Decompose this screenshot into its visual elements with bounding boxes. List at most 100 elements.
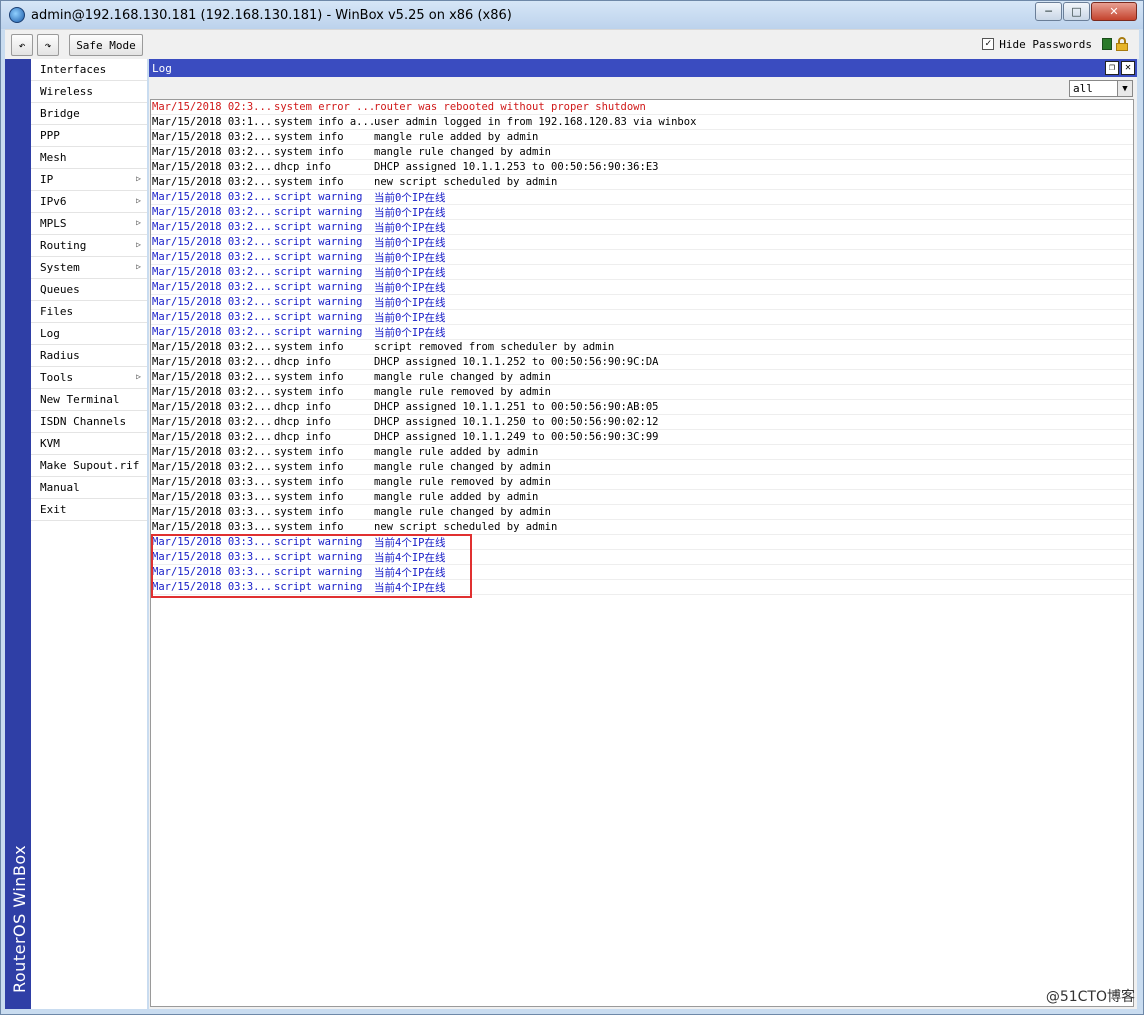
chevron-down-icon[interactable]: ▼ — [1117, 81, 1132, 96]
log-row[interactable]: Mar/15/2018 03:1... system info a... user … — [151, 115, 1133, 130]
log-time: Mar/15/2018 03:2... — [152, 386, 273, 398]
sidebar-item-wireless[interactable]: Wireless — [31, 81, 147, 103]
log-row[interactable]: Mar/15/2018 03:2... script warning 当前0个IP在… — [151, 295, 1133, 310]
log-message: 当前0个IP在线 — [374, 221, 446, 234]
sidebar-item-exit[interactable]: Exit — [31, 499, 147, 521]
log-row[interactable]: Mar/15/2018 03:3... system info new script… — [151, 520, 1133, 535]
log-row[interactable]: Mar/15/2018 03:2... system info script rem… — [151, 340, 1133, 355]
log-time: Mar/15/2018 03:2... — [152, 401, 273, 413]
log-row[interactable]: Mar/15/2018 03:2... system info mangle rul… — [151, 370, 1133, 385]
log-message: 当前0个IP在线 — [374, 191, 446, 204]
log-restore-button[interactable]: ❐ — [1105, 61, 1119, 75]
log-message: script removed from scheduler by admin — [374, 341, 615, 353]
log-message: 当前0个IP在线 — [374, 311, 446, 324]
log-topics: system info — [274, 371, 344, 383]
log-message: mangle rule added by admin — [374, 131, 539, 143]
sidebar-item-label: Routing — [40, 239, 87, 252]
sidebar-item-label: System — [40, 261, 80, 274]
log-row[interactable]: Mar/15/2018 03:2... dhcp info DHCP assigne… — [151, 400, 1133, 415]
log-row[interactable]: Mar/15/2018 03:2... script warning 当前0个IP在… — [151, 205, 1133, 220]
log-row[interactable]: Mar/15/2018 03:2... system info mangle rul… — [151, 130, 1133, 145]
log-topics: system info — [274, 506, 344, 518]
sidebar-item-ip[interactable]: IP ▷ — [31, 169, 147, 191]
log-topics: script warning — [274, 281, 363, 293]
log-row[interactable]: Mar/15/2018 03:2... script warning 当前0个IP在… — [151, 190, 1133, 205]
sidebar-item-kvm[interactable]: KVM — [31, 433, 147, 455]
sidebar-item-files[interactable]: Files — [31, 301, 147, 323]
log-time: Mar/15/2018 03:2... — [152, 236, 273, 248]
sidebar-item-tools[interactable]: Tools ▷ — [31, 367, 147, 389]
log-row[interactable]: Mar/15/2018 03:2... system info mangle rul… — [151, 145, 1133, 160]
sidebar-item-interfaces[interactable]: Interfaces — [31, 59, 147, 81]
safe-mode-button[interactable]: Safe Mode — [69, 34, 143, 56]
title-bar[interactable]: admin@192.168.130.181 (192.168.130.181) … — [1, 1, 1143, 29]
log-message: 当前0个IP在线 — [374, 266, 446, 279]
log-row[interactable]: Mar/15/2018 02:3... system error ... route… — [151, 100, 1133, 115]
log-time: Mar/15/2018 03:2... — [152, 221, 273, 233]
log-row[interactable]: Mar/15/2018 03:2... script warning 当前0个IP在… — [151, 280, 1133, 295]
log-list[interactable]: Mar/15/2018 02:3... system error ... route… — [150, 99, 1134, 1007]
log-row[interactable]: Mar/15/2018 03:3... system info mangle rul… — [151, 475, 1133, 490]
log-message: 当前4个IP在线 — [374, 551, 446, 564]
log-row[interactable]: Mar/15/2018 03:2... script warning 当前0个IP在… — [151, 220, 1133, 235]
undo-button[interactable]: ↶ — [11, 34, 33, 56]
log-topics: dhcp info — [274, 431, 331, 443]
log-row[interactable]: Mar/15/2018 03:2... system info mangle rul… — [151, 445, 1133, 460]
log-topics: system error ... — [274, 101, 374, 113]
sidebar-item-label: PPP — [40, 129, 60, 142]
sidebar-item-log[interactable]: Log — [31, 323, 147, 345]
sidebar-item-manual[interactable]: Manual — [31, 477, 147, 499]
log-row[interactable]: Mar/15/2018 03:3... system info mangle rul… — [151, 490, 1133, 505]
log-row[interactable]: Mar/15/2018 03:2... system info new script… — [151, 175, 1133, 190]
log-row[interactable]: Mar/15/2018 03:2... dhcp info DHCP assigne… — [151, 415, 1133, 430]
hide-passwords-control[interactable]: ✓ Hide Passwords — [982, 37, 1129, 51]
sidebar-item-label: Bridge — [40, 107, 80, 120]
log-row[interactable]: Mar/15/2018 03:3... system info mangle rul… — [151, 505, 1133, 520]
sidebar-item-radius[interactable]: Radius — [31, 345, 147, 367]
window-title: admin@192.168.130.181 (192.168.130.181) … — [31, 7, 512, 23]
log-filter-select[interactable]: all ▼ — [1069, 80, 1133, 97]
sidebar-item-system[interactable]: System ▷ — [31, 257, 147, 279]
sidebar-item-make-supout-rif[interactable]: Make Supout.rif — [31, 455, 147, 477]
sidebar-item-label: Tools — [40, 371, 74, 384]
log-title-bar[interactable]: Log ❐ ✕ — [149, 59, 1137, 77]
lock-icon — [1115, 37, 1129, 51]
sidebar-item-routing[interactable]: Routing ▷ — [31, 235, 147, 257]
sidebar-item-mpls[interactable]: MPLS ▷ — [31, 213, 147, 235]
sidebar-item-isdn-channels[interactable]: ISDN Channels — [31, 411, 147, 433]
log-row[interactable]: Mar/15/2018 03:2... system info mangle rul… — [151, 460, 1133, 475]
minimize-button[interactable]: ─ — [1035, 2, 1062, 21]
maximize-button[interactable]: □ — [1063, 2, 1090, 21]
log-row[interactable]: Mar/15/2018 03:2... script warning 当前0个IP在… — [151, 310, 1133, 325]
log-time: Mar/15/2018 03:2... — [152, 446, 273, 458]
log-row[interactable]: Mar/15/2018 03:2... system info mangle rul… — [151, 385, 1133, 400]
hide-passwords-checkbox[interactable]: ✓ — [982, 38, 995, 50]
sidebar-item-new-terminal[interactable]: New Terminal — [31, 389, 147, 411]
sidebar-item-queues[interactable]: Queues — [31, 279, 147, 301]
sidebar-item-bridge[interactable]: Bridge — [31, 103, 147, 125]
log-topics: script warning — [274, 191, 363, 203]
sidebar-item-label: Log — [40, 327, 60, 340]
log-message: DHCP assigned 10.1.1.250 to 00:50:56:90:… — [374, 416, 659, 428]
log-message: DHCP assigned 10.1.1.249 to 00:50:56:90:… — [374, 431, 659, 443]
log-row[interactable]: Mar/15/2018 03:2... dhcp info DHCP assigne… — [151, 430, 1133, 445]
log-message: 当前0个IP在线 — [374, 281, 446, 294]
sidebar-item-label: Queues — [40, 283, 80, 296]
log-close-button[interactable]: ✕ — [1121, 61, 1135, 75]
log-row[interactable]: Mar/15/2018 03:2... dhcp info DHCP assigne… — [151, 160, 1133, 175]
log-row[interactable]: Mar/15/2018 03:2... script warning 当前0个IP在… — [151, 325, 1133, 340]
log-message: 当前0个IP在线 — [374, 236, 446, 249]
redo-button[interactable]: ↷ — [37, 34, 59, 56]
sidebar-item-ppp[interactable]: PPP — [31, 125, 147, 147]
sidebar-item-ipv6[interactable]: IPv6 ▷ — [31, 191, 147, 213]
log-row[interactable]: Mar/15/2018 03:2... script warning 当前0个IP在… — [151, 250, 1133, 265]
winbox-app-icon — [9, 7, 25, 23]
log-time: Mar/15/2018 03:2... — [152, 326, 273, 338]
log-row[interactable]: Mar/15/2018 03:2... dhcp info DHCP assigne… — [151, 355, 1133, 370]
log-topics: system info — [274, 131, 344, 143]
log-row[interactable]: Mar/15/2018 03:2... script warning 当前0个IP在… — [151, 265, 1133, 280]
sidebar-item-label: ISDN Channels — [40, 415, 127, 428]
sidebar-item-mesh[interactable]: Mesh — [31, 147, 147, 169]
log-row[interactable]: Mar/15/2018 03:2... script warning 当前0个IP在… — [151, 235, 1133, 250]
close-button[interactable]: ✕ — [1091, 2, 1137, 21]
